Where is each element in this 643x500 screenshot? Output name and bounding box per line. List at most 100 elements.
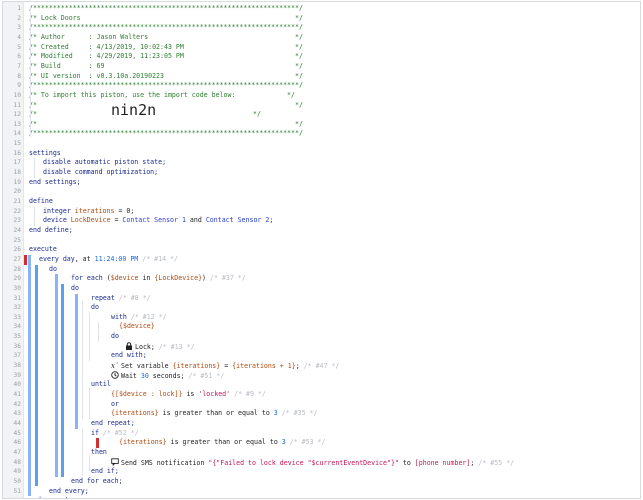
code-line[interactable]: {iterations} is greater than or equal to… bbox=[111, 409, 317, 419]
code-line[interactable]: end settings; bbox=[29, 178, 81, 188]
modified-comment: /* Modified : 4/29/2019, 11:23:05 PM */ bbox=[29, 52, 303, 61]
if-statement: if bbox=[91, 428, 99, 437]
code-line[interactable]: do bbox=[71, 284, 79, 294]
code-token: end execute; bbox=[29, 496, 77, 498]
piston-name-comment: /* Lock Doors */ bbox=[29, 13, 303, 22]
code-line[interactable]: define bbox=[29, 197, 53, 207]
code-token: end if; bbox=[91, 467, 119, 476]
code-line[interactable]: end define; bbox=[29, 226, 73, 236]
then-keyword: then bbox=[91, 447, 107, 456]
code-line[interactable]: /***************************************… bbox=[29, 23, 303, 33]
code-token: is bbox=[182, 390, 199, 398]
code-line[interactable]: /* Author : Jason Walters */ bbox=[29, 33, 303, 43]
line-number: 27 bbox=[13, 255, 21, 263]
sms-statement: Send SMS notification bbox=[121, 458, 209, 467]
statement-id: /* #8 */ bbox=[114, 293, 151, 302]
code-token: end for each; bbox=[71, 476, 123, 485]
code-token: ( bbox=[102, 274, 111, 283]
code-line[interactable]: end for each; bbox=[71, 477, 123, 487]
code-line[interactable]: /* Build : 69 */ bbox=[29, 62, 303, 72]
line-number: 16 bbox=[13, 149, 21, 157]
code-line[interactable]: {iterations} is greater than or equal to… bbox=[119, 438, 325, 448]
code-line[interactable]: execute bbox=[29, 245, 57, 255]
line-number-gutter: 1 2 3 4 5 6 7 8 9 10 11 12 13 14 15 16 17 18 19 20 21 22 23 24 2… bbox=[3, 2, 24, 498]
code-line[interactable]: /* Created : 4/13/2019, 10:02:43 PM */ bbox=[29, 43, 303, 53]
statement-id: /* #13 */ bbox=[154, 342, 195, 351]
code-line[interactable]: {[$device : lock]} is 'locked' /* #9 */ bbox=[111, 390, 266, 400]
code-line[interactable]: end repeat; bbox=[91, 419, 135, 429]
code-line[interactable]: disable automatic piston state; bbox=[43, 158, 166, 168]
code-line[interactable]: with /* #12 */ bbox=[111, 313, 167, 323]
line-number: 9 bbox=[17, 82, 21, 90]
code-line[interactable]: /***************************************… bbox=[29, 81, 303, 91]
condition-failed-marker bbox=[96, 438, 99, 448]
code-line[interactable]: end with; bbox=[111, 351, 147, 361]
line-number: 36 bbox=[13, 342, 21, 350]
code-token: do bbox=[91, 303, 99, 312]
code-line[interactable]: end if; bbox=[91, 467, 119, 477]
indent-guide bbox=[34, 158, 35, 178]
code-line[interactable]: {$device} bbox=[119, 322, 155, 332]
device-variable: {$device} bbox=[119, 322, 155, 331]
code-token: is greater than or equal to bbox=[158, 409, 274, 418]
comment-blank: /* */ bbox=[29, 119, 303, 128]
statement-id: /* #12 */ bbox=[126, 312, 167, 321]
line-number: 17 bbox=[13, 159, 21, 167]
code-token: seconds; bbox=[148, 371, 185, 380]
code-line[interactable]: end every; bbox=[49, 487, 89, 497]
code-line[interactable]: /* */ bbox=[29, 101, 303, 111]
line-number: 6 bbox=[17, 53, 21, 61]
code-line[interactable]: device LockDevice = Contact Sensor 1 and… bbox=[43, 216, 273, 226]
code-line[interactable]: if /* #52 */ bbox=[91, 429, 139, 439]
code-line[interactable]: every day, at 11:24:00 PM /* #14 */ bbox=[39, 255, 178, 265]
repeat-statement: repeat bbox=[91, 293, 115, 302]
code-line[interactable]: settings bbox=[29, 149, 61, 159]
code-line[interactable]: then bbox=[91, 448, 107, 458]
line-number: 4 bbox=[17, 33, 21, 41]
code-line[interactable]: integer iterations = 0; bbox=[43, 207, 134, 217]
comment-close: */ bbox=[253, 110, 261, 119]
block-bar bbox=[75, 293, 78, 429]
code-line[interactable]: or bbox=[111, 400, 119, 410]
code-line[interactable]: do bbox=[111, 332, 119, 342]
code-line[interactable]: Send SMS notification "{"Failed to lock … bbox=[111, 457, 514, 468]
for-each-statement: for each bbox=[71, 274, 103, 283]
piston-code-editor[interactable]: 1 2 3 4 5 6 7 8 9 10 11 12 13 14 15 16 17 18 19 20 21 22 23 24 2… bbox=[2, 1, 641, 499]
code-line[interactable]: x ² Set variable {iterations} = {iteration… bbox=[111, 361, 339, 371]
comment-border: /***************************************… bbox=[29, 4, 303, 12]
code-line[interactable]: /* To import this piston, use the import… bbox=[29, 91, 295, 101]
code-line[interactable]: /* */ bbox=[29, 120, 303, 130]
code-line[interactable]: /* Lock Doors */ bbox=[29, 14, 303, 24]
code-line[interactable]: do bbox=[91, 303, 99, 313]
line-number: 21 bbox=[13, 198, 21, 205]
line-number: 39 bbox=[13, 371, 21, 379]
statement-id: /* #35 */ bbox=[277, 409, 318, 418]
statement-id: /* #52 */ bbox=[98, 428, 139, 437]
line-number: 49 bbox=[13, 468, 21, 476]
line-number: 26 bbox=[13, 246, 21, 254]
code-line[interactable]: Lock; /* #13 */ bbox=[125, 342, 195, 352]
code-line[interactable]: /* UI version : v0.3.10a.20190223 */ bbox=[29, 72, 303, 82]
line-number: 51 bbox=[13, 487, 21, 495]
code-line[interactable]: Wait 30 seconds; /* #51 */ bbox=[111, 370, 225, 381]
wait-duration: 30 bbox=[140, 371, 149, 380]
code-line[interactable]: do bbox=[49, 265, 57, 275]
lock-icon bbox=[125, 342, 133, 350]
code-token: integer bbox=[43, 206, 71, 215]
code-line[interactable]: for each ($device in {LockDevice}) /* #3… bbox=[71, 274, 246, 284]
line-number: 24 bbox=[13, 226, 21, 234]
statement-id: /* #51 */ bbox=[184, 371, 225, 380]
code-line[interactable]: until bbox=[91, 380, 111, 390]
code-line[interactable]: repeat /* #8 */ bbox=[91, 294, 151, 304]
or-operator: or bbox=[111, 399, 119, 408]
code-line[interactable]: /* Modified : 4/29/2019, 11:23:05 PM */ bbox=[29, 52, 303, 62]
line-number: 32 bbox=[13, 304, 21, 312]
line-number: 23 bbox=[13, 217, 21, 225]
indent-guide bbox=[34, 206, 35, 226]
code-line[interactable]: end execute; bbox=[29, 496, 77, 498]
comment-border: /***************************************… bbox=[29, 81, 303, 90]
code-line[interactable]: /***************************************… bbox=[29, 129, 303, 139]
device-name: Contact Sensor 1 bbox=[122, 216, 186, 225]
code-line[interactable]: disable command optimization; bbox=[43, 168, 158, 178]
code-line[interactable]: /***************************************… bbox=[29, 4, 303, 14]
